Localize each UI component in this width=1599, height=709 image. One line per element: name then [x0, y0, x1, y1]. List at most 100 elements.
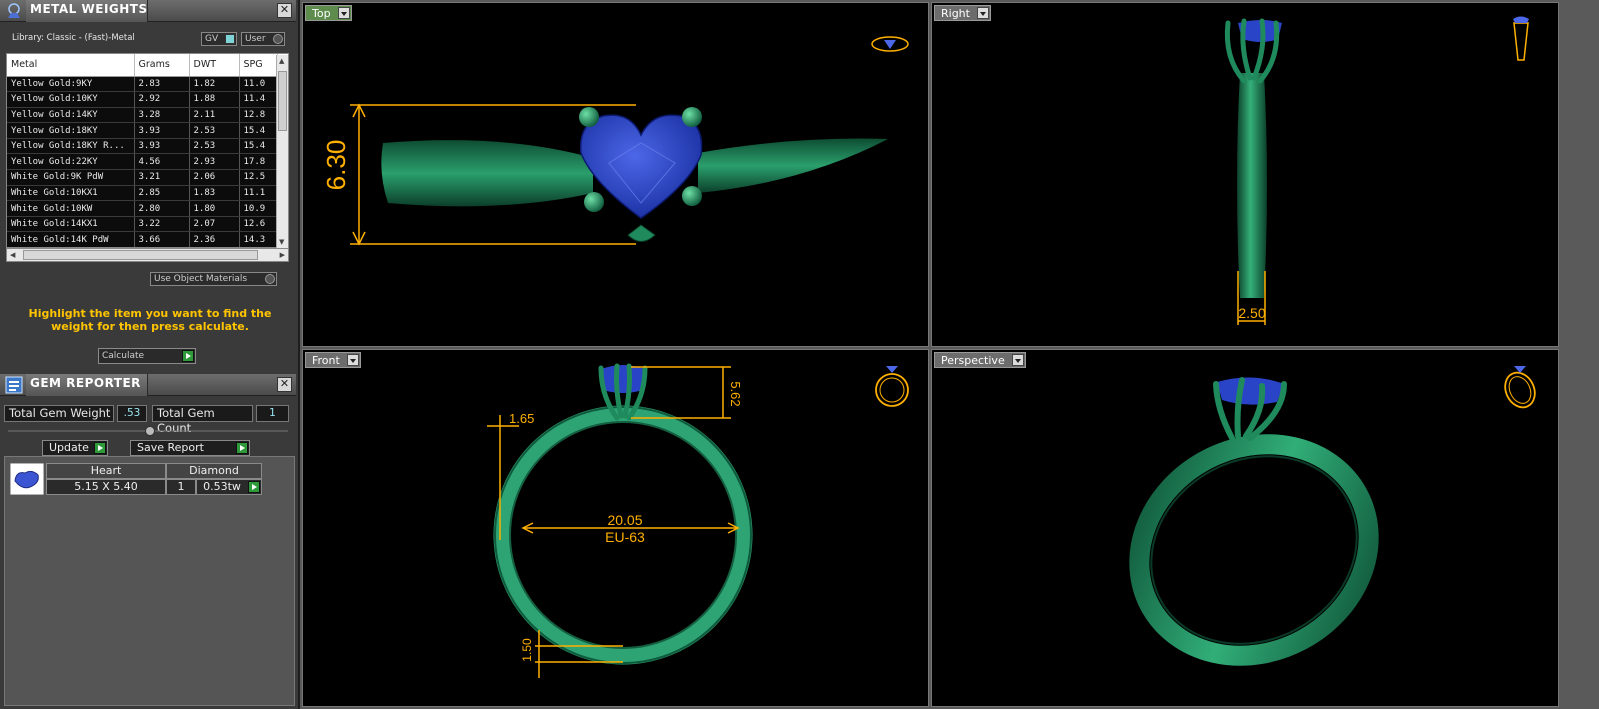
metal-table-container[interactable]: Metal Grams DWT SPG Yellow Gold:9KY 2.83 1… [6, 53, 289, 248]
dwt-cell: 2.11 [189, 107, 240, 124]
update-label: Update [49, 441, 89, 454]
metal-table-row[interactable]: White Gold:14KX1 3.22 2.07 12.6 [7, 216, 278, 233]
grams-cell: 3.22 [134, 216, 190, 233]
scroll-down-icon[interactable]: ▼ [279, 238, 284, 246]
calculate-label: Calculate [102, 351, 145, 361]
grams-cell: 2.92 [134, 91, 190, 108]
heart-gem-thumbnail-icon [10, 463, 44, 495]
play-arrow-icon[interactable] [248, 481, 260, 493]
metal-table-row[interactable]: Yellow Gold:18KY R... 3.93 2.53 15.4 [7, 138, 278, 155]
gem-slider-handle[interactable] [145, 426, 155, 436]
chevron-down-icon[interactable] [337, 7, 350, 19]
column-header-metal[interactable]: Metal [7, 54, 135, 77]
play-arrow-icon [182, 350, 194, 362]
front-orientation-ring-icon [875, 366, 909, 407]
spg-cell: 11.1 [239, 185, 278, 202]
spg-cell: 12.5 [239, 169, 278, 186]
viewport-right-label[interactable]: Right [934, 5, 991, 21]
scroll-up-icon[interactable]: ▲ [279, 57, 284, 65]
total-gem-weight-label: Total Gem Weight [4, 405, 114, 422]
gv-toggle-indicator [225, 34, 235, 44]
scroll-left-icon[interactable]: ◀ [10, 251, 15, 259]
dwt-cell: 2.53 [189, 122, 240, 139]
grams-cell: 2.83 [134, 76, 190, 93]
spg-cell: 15.4 [239, 138, 278, 155]
library-label: Library: Classic - (Fast)-Metal [12, 33, 135, 43]
top-dimension-label: 6.30 [321, 140, 351, 191]
metal-table-row[interactable]: White Gold:10KW 2.80 1.80 10.9 [7, 200, 278, 217]
grams-cell: 2.85 [134, 185, 190, 202]
total-gem-count-label: Total Gem Count [152, 405, 253, 435]
vertical-scroll-thumb[interactable] [278, 71, 287, 131]
gem-list: Heart Diamond 5.15 X 5.40 1 0.53tw [4, 456, 295, 706]
metal-weights-close-button[interactable]: ✕ [277, 3, 292, 18]
viewport-front-label[interactable]: Front [305, 352, 361, 368]
use-object-materials-toggle[interactable]: Use Object Materials [150, 272, 277, 286]
user-radio-indicator [273, 34, 283, 44]
gv-toggle[interactable]: GV [201, 32, 237, 46]
viewport-right[interactable]: 2.50 Right [931, 2, 1559, 347]
metal-table: Metal Grams DWT SPG Yellow Gold:9KY 2.83 1… [7, 54, 278, 247]
prong [584, 192, 604, 212]
metal-name-cell: Yellow Gold:9KY [7, 76, 135, 93]
metal-table-row[interactable]: White Gold:10KX1 2.85 1.83 11.1 [7, 185, 278, 202]
metal-name-cell: White Gold:9K PdW [7, 169, 135, 186]
metal-table-row[interactable]: Yellow Gold:22KY 4.56 2.93 17.8 [7, 153, 278, 171]
ring-band-perspective [1129, 434, 1379, 666]
metal-table-row[interactable]: Yellow Gold:14KY 3.28 2.11 12.8 [7, 107, 278, 124]
viewport-perspective-label[interactable]: Perspective [934, 352, 1026, 368]
metal-table-row[interactable]: Yellow Gold:9KY 2.83 1.82 11.0 [7, 76, 278, 93]
chevron-down-icon[interactable] [1011, 354, 1024, 366]
right-orientation-ring-icon [1513, 16, 1529, 61]
ring-shank-right [698, 138, 888, 193]
viewport-perspective[interactable]: Perspective [931, 349, 1559, 707]
metal-table-vertical-scrollbar[interactable]: ▲ ▼ [276, 55, 288, 248]
top-orientation-ring-icon [871, 36, 909, 52]
spg-cell: 12.6 [239, 216, 278, 233]
update-button[interactable]: Update [42, 440, 108, 456]
spg-cell: 11.4 [239, 91, 278, 108]
spg-cell: 11.0 [239, 76, 278, 93]
column-header-grams[interactable]: Grams [134, 54, 190, 77]
gem-weight: 0.53tw [196, 479, 262, 495]
metal-table-row[interactable]: White Gold:9K PdW 3.21 2.06 12.5 [7, 169, 278, 186]
spg-cell: 17.8 [239, 153, 278, 171]
metal-table-row[interactable]: Yellow Gold:18KY 3.93 2.53 15.4 [7, 122, 278, 139]
metal-table-row[interactable]: Yellow Gold:10KY 2.92 1.88 11.4 [7, 91, 278, 108]
metal-name-cell: Yellow Gold:18KY R... [7, 138, 135, 155]
grams-cell: 2.80 [134, 200, 190, 217]
save-report-button[interactable]: Save Report [130, 440, 250, 456]
viewport-front[interactable]: 5.62 1.65 20.05 EU-63 1.50 Front [302, 349, 929, 707]
front-gem [599, 365, 647, 393]
calculate-button[interactable]: Calculate [98, 348, 196, 364]
column-header-spg[interactable]: SPG [239, 54, 278, 77]
metal-table-row[interactable]: White Gold:14K PdW 3.66 2.36 14.3 [7, 231, 278, 247]
scroll-right-icon[interactable]: ▶ [280, 251, 285, 259]
viewport-top[interactable]: 6.30 Top [302, 2, 929, 347]
gem-weight-value: 0.53tw [203, 480, 241, 493]
gem-reporter-close-button[interactable]: ✕ [277, 377, 292, 392]
user-radio[interactable]: User [241, 32, 285, 46]
front-thickness-label: 1.65 [509, 411, 534, 426]
chevron-down-icon[interactable] [346, 354, 359, 366]
metal-table-horizontal-scrollbar[interactable]: ◀ ▶ [6, 248, 289, 262]
chevron-down-icon[interactable] [976, 7, 989, 19]
viewport-top-name: Top [312, 7, 331, 20]
grams-cell: 3.93 [134, 122, 190, 139]
metal-weights-instruction: Highlight the item you want to find the … [28, 307, 272, 333]
column-header-dwt[interactable]: DWT [189, 54, 240, 77]
horizontal-scroll-thumb[interactable] [23, 250, 258, 260]
spg-cell: 10.9 [239, 200, 278, 217]
metal-name-cell: White Gold:10KW [7, 200, 135, 217]
perspective-orientation-ring-icon [1504, 366, 1536, 409]
front-diameter-label: 20.05 [607, 512, 642, 528]
grams-cell: 3.66 [134, 231, 190, 247]
metal-name-cell: Yellow Gold:18KY [7, 122, 135, 139]
gem-slider[interactable] [8, 425, 288, 437]
dwt-cell: 2.07 [189, 216, 240, 233]
dwt-cell: 2.06 [189, 169, 240, 186]
viewport-top-label[interactable]: Top [305, 5, 352, 21]
gem-reporter-title: GEM REPORTER [30, 376, 141, 390]
prong [682, 186, 702, 206]
front-ring-size-label: EU-63 [605, 529, 645, 545]
